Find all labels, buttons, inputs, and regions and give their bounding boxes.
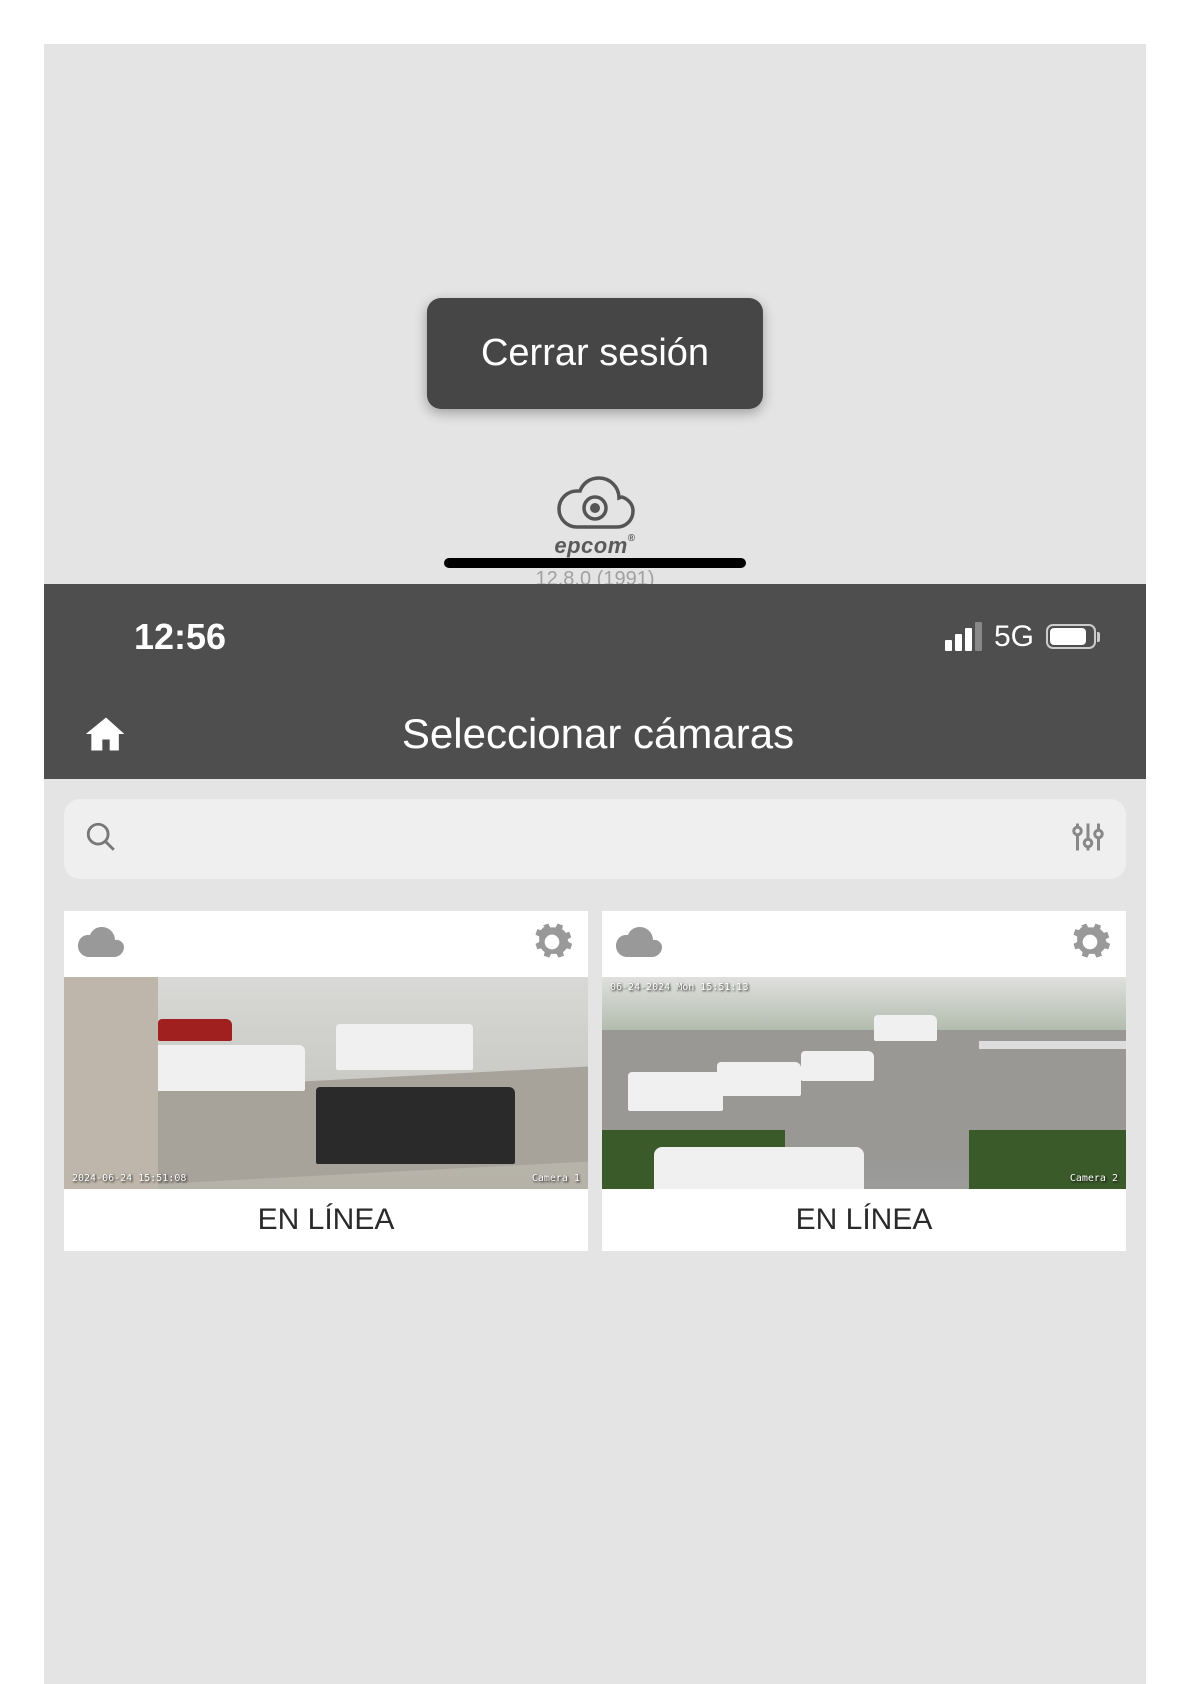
camera-thumbnail[interactable]: 2024-06-24 15:51:08 Camera 1: [64, 977, 588, 1189]
search-bar: [64, 799, 1126, 879]
battery-icon: [1046, 624, 1096, 649]
camera-grid: 2024-06-24 15:51:08 Camera 1 EN LÍNEA: [64, 911, 1126, 1251]
signal-icon: [945, 622, 982, 651]
status-bar: 12:56 5G: [44, 584, 1146, 689]
layout-grid-icon[interactable]: [1066, 715, 1108, 753]
camera-label: Camera 1: [532, 1173, 580, 1184]
camera-thumbnail[interactable]: 06-24-2024 Mon 15:51:13 Camera 2: [602, 977, 1126, 1189]
app-frame: Cerrar sesión epcom® 12.8.0 (1991) 12:56…: [44, 44, 1146, 1684]
search-icon: [84, 820, 118, 859]
status-time: 12:56: [134, 616, 226, 658]
timestamp-label: 06-24-2024 Mon 15:51:13: [610, 982, 748, 993]
camera-label: Camera 2: [1070, 1173, 1118, 1184]
search-input[interactable]: [118, 823, 1070, 855]
gear-icon[interactable]: [1068, 920, 1112, 969]
camera-card[interactable]: 2024-06-24 15:51:08 Camera 1 EN LÍNEA: [64, 911, 588, 1251]
cloud-icon: [78, 926, 124, 963]
brand-cloud-icon: [435, 474, 755, 535]
page-title: Seleccionar cámaras: [130, 710, 1066, 758]
camera-status: EN LÍNEA: [64, 1189, 588, 1251]
nav-bar: Seleccionar cámaras: [44, 689, 1146, 779]
timestamp-label: 2024-06-24 15:51:08: [72, 1173, 186, 1184]
logout-button[interactable]: Cerrar sesión: [427, 298, 763, 409]
brand-area: epcom®: [435, 474, 755, 559]
network-label: 5G: [994, 620, 1034, 654]
home-icon[interactable]: [82, 710, 130, 758]
camera-card[interactable]: 06-24-2024 Mon 15:51:13 Camera 2 EN LÍNE…: [602, 911, 1126, 1251]
brand-name: epcom®: [435, 533, 755, 559]
cloud-icon: [616, 926, 662, 963]
gear-icon[interactable]: [530, 920, 574, 969]
home-indicator: [444, 558, 746, 568]
filter-icon[interactable]: [1070, 819, 1106, 860]
camera-status: EN LÍNEA: [602, 1189, 1126, 1251]
